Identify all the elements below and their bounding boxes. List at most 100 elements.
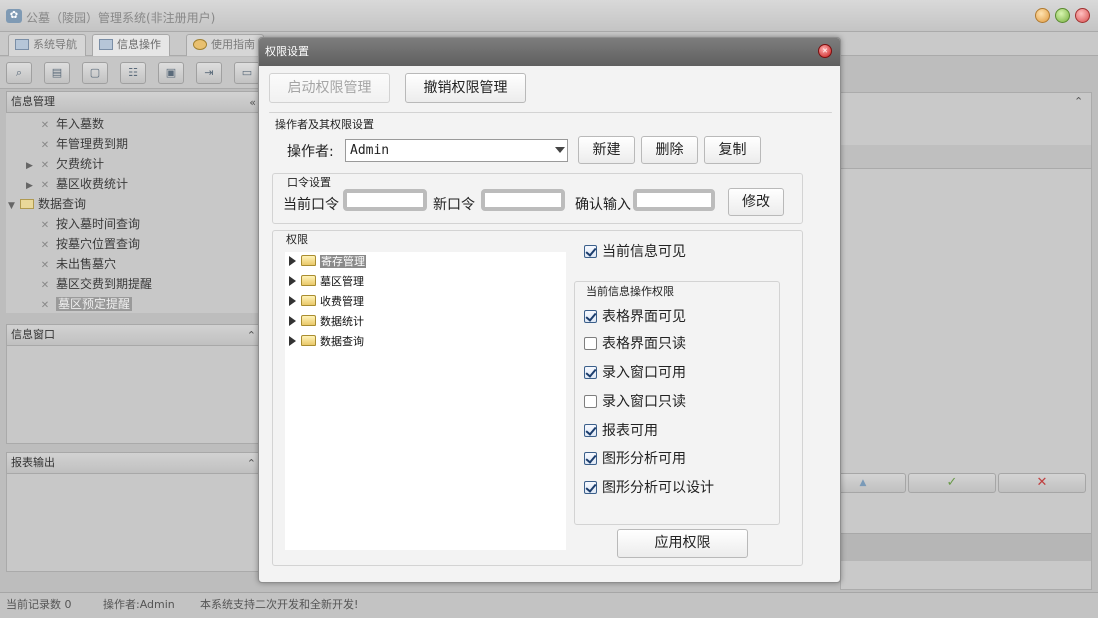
revoke-permission-button[interactable]: 撤销权限管理 xyxy=(405,73,526,103)
expand-arrow-icon[interactable]: ▶ xyxy=(26,176,38,196)
app-logo-icon: ✿ xyxy=(6,9,22,23)
tree-item[interactable]: ✕ 墓区交费到期提醒 xyxy=(38,274,152,294)
report-output-body xyxy=(6,474,261,572)
leaf-icon: ✕ xyxy=(40,220,50,231)
modify-password-button[interactable]: 修改 xyxy=(728,188,784,216)
ops-checkbox[interactable]: 录入窗口可用 xyxy=(584,364,686,382)
monitor-icon xyxy=(15,39,29,50)
permission-tree: 寄存管理 墓区管理 收费管理 数据统计 数据查询 xyxy=(285,252,566,550)
ops-checkbox[interactable]: 表格界面只读 xyxy=(584,335,686,353)
tree-item[interactable]: ▶ ✕ 墓区收费统计 xyxy=(26,174,128,194)
checkbox-unchecked-icon xyxy=(584,337,597,350)
delete-operator-button[interactable]: 删除 xyxy=(641,136,698,164)
folder-icon xyxy=(301,275,316,286)
ops-checkbox[interactable]: 报表可用 xyxy=(584,422,658,440)
ops-checkbox[interactable]: 图形分析可以设计 xyxy=(584,479,714,497)
tab-info-ops[interactable]: 信息操作 xyxy=(92,34,170,56)
tree-item[interactable]: ✕ 年入墓数 xyxy=(38,114,104,134)
tab-system-nav[interactable]: 系统导航 xyxy=(8,34,86,56)
expand-arrow-icon[interactable] xyxy=(289,316,299,326)
ops-checkbox[interactable]: 录入窗口只读 xyxy=(584,393,686,411)
visible-checkbox[interactable]: 当前信息可见 xyxy=(584,243,686,261)
export-tool-button[interactable]: ⇥ xyxy=(196,62,222,84)
enable-permission-button[interactable]: 启动权限管理 xyxy=(269,73,390,103)
cancel-button[interactable]: ✕ xyxy=(998,473,1086,493)
confirm-button[interactable]: ✓ xyxy=(908,473,996,493)
tree-item[interactable]: ✕ 按墓穴位置查询 xyxy=(38,234,140,254)
expand-arrow-icon[interactable] xyxy=(289,256,299,266)
print-tool-button[interactable]: ▭ xyxy=(234,62,260,84)
ops-group-label: 当前信息操作权限 xyxy=(586,285,674,298)
collapse-icon[interactable]: ⌃ xyxy=(247,454,256,474)
info-manage-header: 信息管理 « xyxy=(6,91,261,113)
leaf-icon: ✕ xyxy=(40,160,50,171)
info-window-header: 信息窗口 ⌃ xyxy=(6,324,261,346)
ops-checkbox[interactable]: 图形分析可用 xyxy=(584,450,686,468)
confirm-password-label: 确认输入 xyxy=(575,197,631,213)
current-password-field[interactable] xyxy=(343,189,427,211)
document-icon xyxy=(99,39,113,50)
leaf-icon: ✕ xyxy=(40,240,50,251)
tab-user-guide[interactable]: 使用指南 xyxy=(186,34,264,56)
perm-tree-node[interactable]: 寄存管理 xyxy=(289,252,366,272)
checkbox-checked-icon xyxy=(584,481,597,494)
expand-arrow-icon[interactable]: ▶ xyxy=(26,156,38,176)
perm-tree-node[interactable]: 数据统计 xyxy=(289,312,364,332)
current-operator: 操作者:Admin xyxy=(103,598,175,611)
leaf-icon: ✕ xyxy=(40,180,50,191)
window-tool-button[interactable]: ▣ xyxy=(158,62,184,84)
form-tool-button[interactable]: ☷ xyxy=(120,62,146,84)
tree-item[interactable]: ▼ 数据查询 xyxy=(8,194,86,214)
search-tool-button[interactable]: ⌕ xyxy=(6,62,32,84)
leaf-icon: ✕ xyxy=(40,120,50,131)
copy-operator-button[interactable]: 复制 xyxy=(704,136,761,164)
password-group-label: 口令设置 xyxy=(287,176,331,189)
divider xyxy=(269,112,832,113)
permission-dialog: 权限设置 ✕ 启动权限管理 撤销权限管理 操作者及其权限设置 操作者: Admi… xyxy=(258,37,841,583)
expand-arrow-icon[interactable] xyxy=(289,296,299,306)
help-icon xyxy=(193,39,207,50)
dropdown-arrow-icon[interactable] xyxy=(555,147,565,153)
tree-item[interactable]: ✕ 年管理费到期 xyxy=(38,134,128,154)
expand-up-icon[interactable]: ⌃ xyxy=(1074,95,1083,108)
maximize-button[interactable] xyxy=(1055,8,1070,23)
ops-checkbox[interactable]: 表格界面可见 xyxy=(584,308,686,326)
close-window-button[interactable] xyxy=(1075,8,1090,23)
expand-arrow-icon[interactable] xyxy=(289,276,299,286)
permission-group-label: 权限 xyxy=(286,233,308,246)
data-grid-area xyxy=(840,92,1092,590)
tree-item[interactable]: ▶ ✕ 欠费统计 xyxy=(26,154,104,174)
folder-icon xyxy=(301,255,316,266)
tree-item-selected[interactable]: ✕ 墓区预定提醒 xyxy=(38,294,133,314)
new-password-field[interactable] xyxy=(481,189,565,211)
status-bar: 当前记录数 0 操作者:Admin 本系统支持二次开发和全新开发! xyxy=(0,592,1098,618)
checkbox-checked-icon xyxy=(584,366,597,379)
leaf-icon: ✕ xyxy=(40,280,50,291)
perm-tree-node[interactable]: 墓区管理 xyxy=(289,272,364,292)
minimize-button[interactable] xyxy=(1035,8,1050,23)
current-password-label: 当前口令 xyxy=(283,197,339,213)
operator-select[interactable]: Admin xyxy=(345,139,568,162)
checkbox-unchecked-icon xyxy=(584,395,597,408)
dialog-close-icon[interactable]: ✕ xyxy=(818,44,832,58)
expand-arrow-icon[interactable] xyxy=(289,336,299,346)
folder-icon xyxy=(301,315,316,326)
apply-permission-button[interactable]: 应用权限 xyxy=(617,529,748,558)
perm-tree-node[interactable]: 收费管理 xyxy=(289,292,364,312)
page-tool-button[interactable]: ▢ xyxy=(82,62,108,84)
tree-item[interactable]: ✕ 按入墓时间查询 xyxy=(38,214,140,234)
status-notice: 本系统支持二次开发和全新开发! xyxy=(200,598,359,611)
folder-icon xyxy=(301,295,316,306)
leaf-icon: ✕ xyxy=(40,260,50,271)
collapse-arrow-icon[interactable]: ▼ xyxy=(8,196,20,216)
leaf-icon: ✕ xyxy=(40,140,50,151)
collapse-icon[interactable]: ⌃ xyxy=(247,326,256,346)
info-window-body xyxy=(6,346,261,444)
new-operator-button[interactable]: 新建 xyxy=(578,136,635,164)
table-tool-button[interactable]: ▤ xyxy=(44,62,70,84)
confirm-password-field[interactable] xyxy=(633,189,715,211)
nav-tree: ✕ 年入墓数 ✕ 年管理费到期 ▶ ✕ 欠费统计 ▶ ✕ 墓区收费统计 ▼ 数据查询 ✕ 按入墓… xyxy=(6,113,261,313)
tree-item[interactable]: ✕ 未出售墓穴 xyxy=(38,254,116,274)
perm-tree-node[interactable]: 数据查询 xyxy=(289,332,364,352)
collapse-icon[interactable]: « xyxy=(249,93,256,113)
